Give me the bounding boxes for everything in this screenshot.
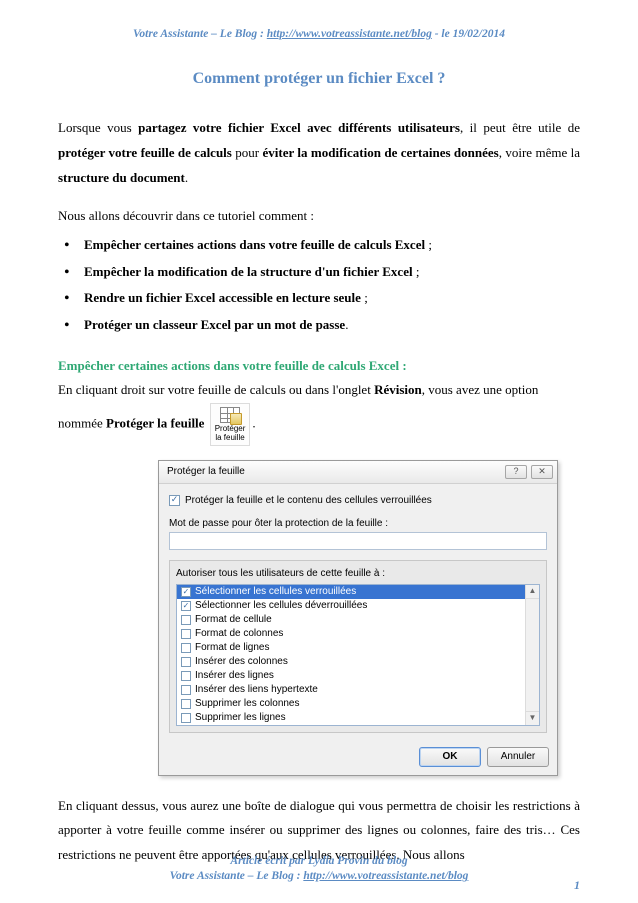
lead-text: Nous allons découvrir dans ce tutoriel c… — [58, 204, 580, 229]
bullet-label: Empêcher certaines actions dans votre fe… — [84, 237, 425, 252]
paragraph-proteger: nommée Protéger la feuille Protéger la f… — [58, 403, 580, 446]
list-item[interactable]: Insérer des lignes — [177, 669, 539, 683]
scroll-up-icon[interactable]: ▲ — [526, 585, 539, 599]
top-checkbox-row[interactable]: ✓ Protéger la feuille et le contenu des … — [169, 494, 547, 507]
ribbon-protect-sheet-icon: Protéger la feuille — [210, 403, 251, 446]
checkbox-icon[interactable] — [181, 615, 191, 625]
list-item: Protéger un classeur Excel par un mot de… — [58, 313, 580, 338]
list-item[interactable]: ✓ Sélectionner les cellules verrouillées — [177, 585, 539, 599]
item-label: Format de colonnes — [195, 627, 283, 640]
checkbox-icon[interactable]: ✓ — [169, 495, 180, 506]
checkbox-icon[interactable] — [181, 657, 191, 667]
bullet-label: Empêcher la modification de la structure… — [84, 264, 413, 279]
protect-sheet-dialog: Protéger la feuille ? ✕ ✓ Protéger la fe… — [158, 460, 558, 776]
checkbox-icon[interactable] — [181, 699, 191, 709]
scroll-down-icon[interactable]: ▼ — [526, 711, 539, 725]
bullet-label: Rendre un fichier Excel accessible en le… — [84, 290, 361, 305]
password-input[interactable] — [169, 532, 547, 550]
footer-brand: Votre Assistante – Le Blog : — [170, 870, 304, 882]
permissions-group: Autoriser tous les utilisateurs de cette… — [169, 560, 547, 733]
scrollbar[interactable]: ▲ ▼ — [525, 585, 539, 725]
text: Lorsque vous — [58, 120, 138, 135]
close-button[interactable]: ✕ — [531, 465, 553, 479]
help-button[interactable]: ? — [505, 465, 527, 479]
top-checkbox-label: Protéger la feuille et le contenu des ce… — [185, 494, 432, 507]
list-item[interactable]: Format de colonnes — [177, 627, 539, 641]
checkbox-icon[interactable] — [181, 713, 191, 723]
list-item[interactable]: Supprimer les colonnes — [177, 697, 539, 711]
list-item[interactable]: Supprimer les lignes — [177, 711, 539, 725]
list-item: Empêcher certaines actions dans votre fe… — [58, 233, 580, 258]
page-number: 1 — [574, 874, 580, 897]
sheet-lock-icon — [220, 407, 240, 423]
text-bold: structure du document — [58, 170, 185, 185]
item-label: Insérer des colonnes — [195, 655, 288, 668]
text-bold: protéger votre feuille de calculs — [58, 145, 232, 160]
item-label: Supprimer les lignes — [195, 711, 286, 724]
dialog-body: ✓ Protéger la feuille et le contenu des … — [159, 484, 557, 741]
dialog-title: Protéger la feuille — [167, 465, 245, 478]
checkbox-icon[interactable] — [181, 671, 191, 681]
list-item[interactable]: ✓ Sélectionner les cellules déverrouillée… — [177, 599, 539, 613]
dialog-titlebar[interactable]: Protéger la feuille ? ✕ — [159, 461, 557, 484]
item-label: Format de lignes — [195, 641, 269, 654]
item-label: Sélectionner les cellules verrouillées — [195, 585, 356, 598]
permissions-label: Autoriser tous les utilisateurs de cette… — [176, 567, 540, 580]
list-item[interactable]: Format de lignes — [177, 641, 539, 655]
text-bold: Protéger la feuille — [106, 415, 204, 430]
document-footer: Article écrit par Lydia Provin du blog V… — [58, 854, 580, 885]
item-label: Insérer des liens hypertexte — [195, 683, 318, 696]
text: . — [185, 170, 188, 185]
list-item[interactable]: Insérer des liens hypertexte — [177, 683, 539, 697]
paragraph-revision: En cliquant droit sur votre feuille de c… — [58, 378, 580, 403]
item-label: Format de cellule — [195, 613, 272, 626]
text-bold: partagez votre fichier Excel avec différ… — [138, 120, 460, 135]
permissions-list[interactable]: ✓Sélectionner les cellules verrouillées … — [176, 584, 540, 726]
header-link[interactable]: http://www.votreassistante.net/blog — [267, 28, 432, 40]
text: En cliquant droit sur votre feuille de c… — [58, 382, 374, 397]
checkbox-icon[interactable] — [181, 629, 191, 639]
section-heading: Empêcher certaines actions dans votre fe… — [58, 354, 580, 379]
text: nommée — [58, 415, 106, 430]
password-label: Mot de passe pour ôter la protection de … — [169, 517, 547, 530]
text: , vous avez une option — [422, 382, 539, 397]
footer-line1: Article écrit par Lydia Provin du blog — [230, 855, 407, 867]
checkbox-icon[interactable]: ✓ — [181, 587, 191, 597]
dialog-footer: OK Annuler — [159, 741, 557, 775]
ribbon-label-2: la feuille — [215, 434, 244, 443]
text: , voire même la — [499, 145, 580, 160]
bullet-label: Protéger un classeur Excel par un mot de… — [84, 317, 345, 332]
document-header: Votre Assistante – Le Blog : http://www.… — [58, 24, 580, 46]
page-title: Comment protéger un fichier Excel ? — [58, 64, 580, 94]
checkbox-icon[interactable]: ✓ — [181, 601, 191, 611]
header-brand: Votre Assistante – Le Blog : — [133, 28, 267, 40]
intro-paragraph: Lorsque vous partagez votre fichier Exce… — [58, 116, 580, 190]
list-item: Empêcher la modification de la structure… — [58, 260, 580, 285]
text-bold: Révision — [374, 382, 422, 397]
text: , il peut être utile de — [460, 120, 580, 135]
footer-link[interactable]: http://www.votreassistante.net/blog — [303, 870, 468, 882]
item-label: Insérer des lignes — [195, 669, 274, 682]
checkbox-icon[interactable] — [181, 643, 191, 653]
header-date: - le 19/02/2014 — [432, 28, 505, 40]
text-bold: éviter la modification de certaines donn… — [262, 145, 498, 160]
checkbox-icon[interactable] — [181, 685, 191, 695]
ok-button[interactable]: OK — [419, 747, 481, 767]
bullet-list: Empêcher certaines actions dans votre fe… — [58, 233, 580, 338]
cancel-button[interactable]: Annuler — [487, 747, 549, 767]
text: pour — [232, 145, 263, 160]
item-label: Supprimer les colonnes — [195, 697, 300, 710]
list-item[interactable]: Format de cellule — [177, 613, 539, 627]
item-label: Sélectionner les cellules déverrouillées — [195, 599, 367, 612]
list-item: Rendre un fichier Excel accessible en le… — [58, 286, 580, 311]
list-item[interactable]: Insérer des colonnes — [177, 655, 539, 669]
